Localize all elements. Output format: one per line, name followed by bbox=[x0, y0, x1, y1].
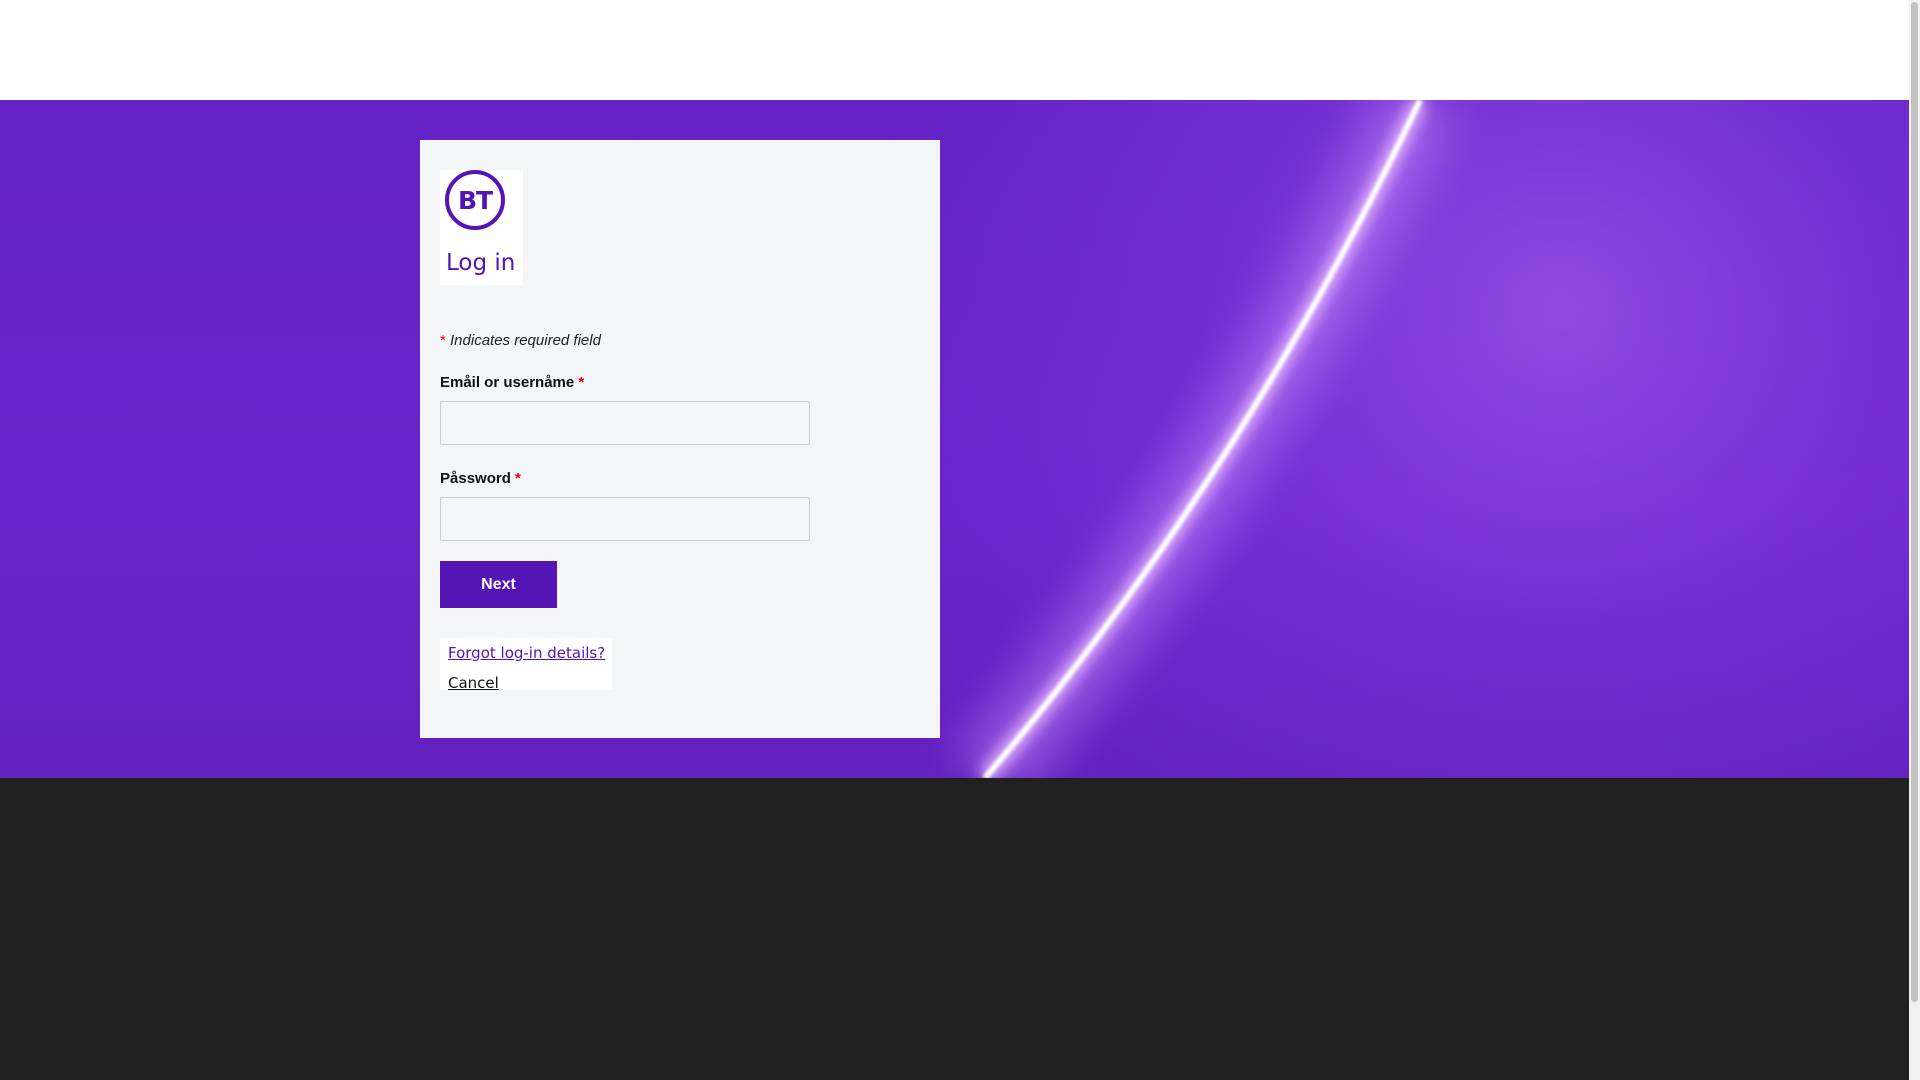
required-field-note: * Indicates required field bbox=[440, 332, 601, 349]
vertical-scrollbar[interactable] bbox=[1909, 0, 1920, 1080]
email-label-text: Emåil or usernåme bbox=[440, 374, 575, 391]
email-label: Emåil or usernåme * bbox=[440, 374, 584, 391]
cancel-link[interactable]: Cancel bbox=[448, 674, 499, 692]
email-field[interactable] bbox=[440, 401, 810, 445]
light-streak-graphic bbox=[954, 100, 1457, 778]
login-page: BT Log in * Indicates required field Emå… bbox=[0, 0, 1920, 1080]
required-star: * bbox=[515, 470, 521, 487]
password-field[interactable] bbox=[440, 497, 810, 541]
password-label-text: Påssword bbox=[440, 470, 511, 487]
help-links: Forgot log-in details? Cancel bbox=[440, 638, 612, 692]
required-note-text: Indicates required field bbox=[450, 332, 601, 349]
scrollbar-thumb[interactable] bbox=[1911, 2, 1918, 1002]
required-star: * bbox=[440, 332, 446, 349]
bt-logo-icon: BT bbox=[445, 170, 505, 230]
forgot-details-link[interactable]: Forgot log-in details? bbox=[448, 644, 605, 662]
header-bar bbox=[0, 0, 1909, 100]
hero-background bbox=[0, 100, 1909, 778]
page-title: Log in bbox=[446, 250, 516, 276]
login-card: BT Log in * Indicates required field Emå… bbox=[420, 140, 940, 738]
next-button[interactable]: Next bbox=[440, 561, 557, 608]
footer bbox=[0, 778, 1909, 1080]
brand-box: BT Log in bbox=[440, 170, 523, 285]
password-label: Påssword * bbox=[440, 470, 521, 487]
required-star: * bbox=[578, 374, 585, 391]
